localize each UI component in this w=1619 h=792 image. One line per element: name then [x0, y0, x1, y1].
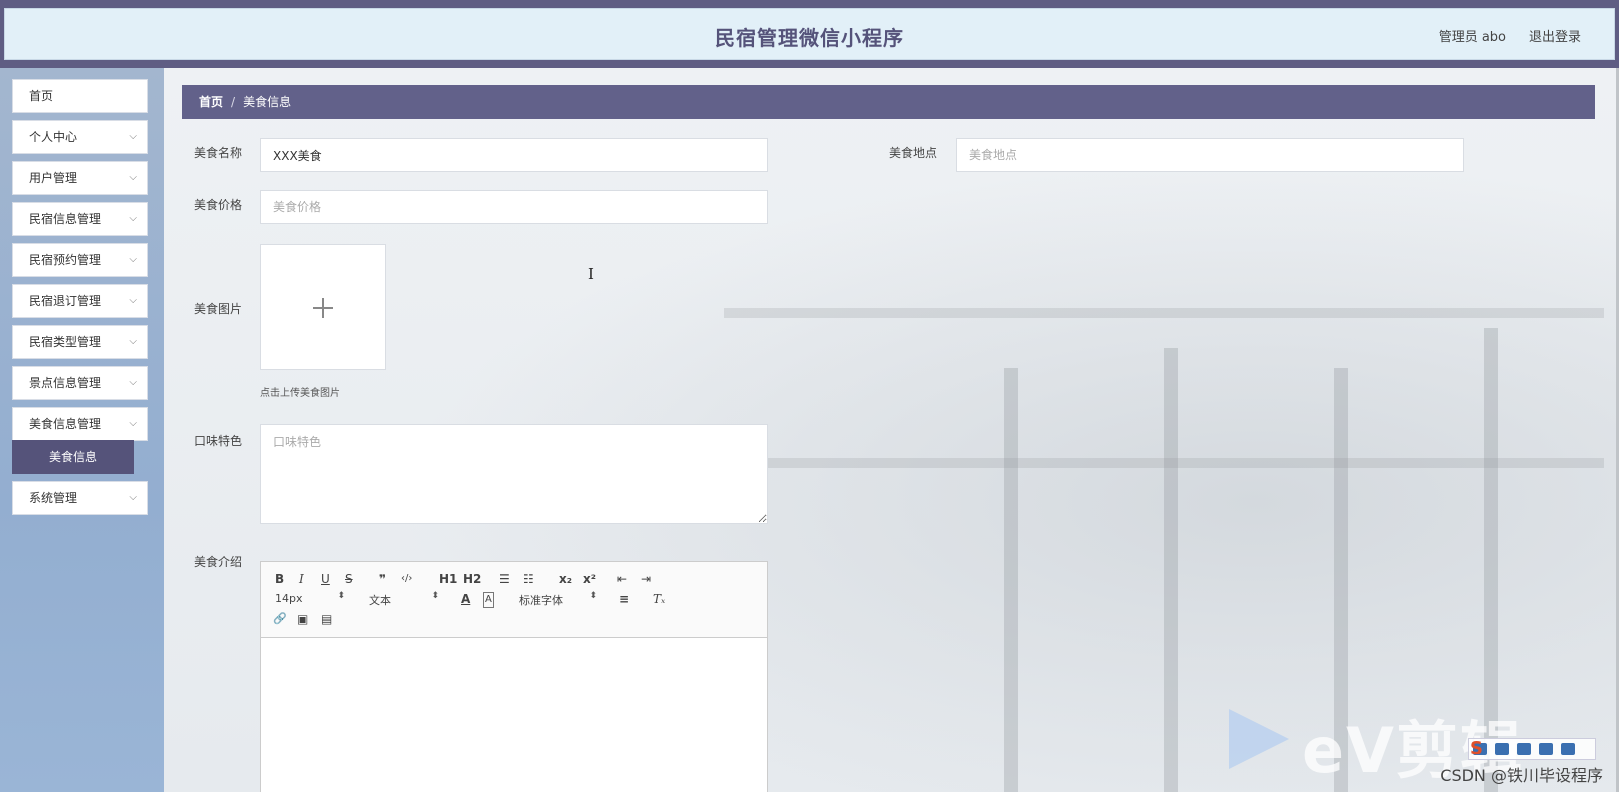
ime-icon — [1539, 743, 1553, 755]
food-location-input[interactable] — [956, 138, 1464, 172]
sidebar-item-user-management[interactable]: 用户管理 ⌵ — [12, 161, 148, 195]
upload-hint: 点击上传美食图片 — [260, 388, 340, 399]
code-icon[interactable]: ‹/› — [401, 572, 412, 586]
font-family-select[interactable]: 标准字体 ⬍ — [519, 591, 597, 608]
taste-label: 口味特色 — [193, 434, 242, 448]
clear-format-icon[interactable]: Tₓ — [653, 592, 665, 606]
sidebar-item-label: 系统管理 — [29, 491, 78, 505]
sidebar-item-label: 民宿预约管理 — [29, 253, 102, 267]
top-header: 民宿管理微信小程序 管理员 abo 退出登录 — [0, 0, 1619, 68]
food-price-input[interactable] — [260, 190, 768, 224]
chevron-down-icon: ⌵ — [129, 295, 137, 306]
chevron-down-icon: ⌵ — [129, 254, 137, 265]
select-arrow-icon: ⬍ — [431, 591, 439, 601]
font-family-value: 标准字体 — [519, 594, 563, 607]
breadcrumb-current: 美食信息 — [243, 95, 292, 109]
text-cursor-icon: I — [588, 265, 594, 283]
image-upload-button[interactable] — [260, 244, 386, 370]
chevron-down-icon: ⌵ — [129, 336, 137, 347]
chevron-down-icon: ⌵ — [129, 492, 137, 503]
chevron-down-icon: ⌵ — [129, 172, 137, 183]
breadcrumb-home[interactable]: 首页 — [199, 95, 223, 109]
rich-text-editor: B I U S ❞ ‹/› H1 H2 ☰ ☷ x₂ x² ⇤ ⇥ 14px ⬍ … — [260, 561, 768, 792]
font-size-select[interactable]: 14px ⬍ — [275, 591, 345, 605]
image-icon[interactable]: ▣ — [297, 612, 308, 626]
background-decoration — [724, 308, 1604, 318]
sidebar-item-homestay-cancel[interactable]: 民宿退订管理 ⌵ — [12, 284, 148, 318]
sidebar-item-label: 首页 — [29, 89, 54, 103]
ime-icon — [1495, 743, 1509, 755]
sidebar-item-label: 民宿退订管理 — [29, 294, 102, 308]
chevron-down-icon: ⌵ — [129, 213, 137, 224]
link-icon[interactable]: 🔗 — [273, 612, 287, 626]
select-arrow-icon: ⬍ — [337, 591, 345, 601]
ime-icon — [1517, 743, 1531, 755]
chevron-down-icon: ⌵ — [129, 418, 137, 429]
sidebar-item-homestay-info[interactable]: 民宿信息管理 ⌵ — [12, 202, 148, 236]
csdn-watermark: CSDN @铁川毕设程序 — [1440, 766, 1603, 785]
header-panel: 民宿管理微信小程序 管理员 abo 退出登录 — [4, 8, 1615, 60]
current-user: 管理员 abo — [1438, 30, 1506, 45]
background-decoration — [1164, 348, 1178, 792]
food-location-label: 美食地点 — [888, 146, 937, 160]
blockquote-icon[interactable]: ❞ — [379, 572, 386, 586]
food-name-label: 美食名称 — [193, 146, 242, 160]
sidebar-item-homestay-type[interactable]: 民宿类型管理 ⌵ — [12, 325, 148, 359]
bullet-list-icon[interactable]: ☷ — [523, 572, 534, 586]
sidebar-item-homestay-booking[interactable]: 民宿预约管理 ⌵ — [12, 243, 148, 277]
sidebar-item-label: 个人中心 — [29, 130, 78, 144]
sidebar-item-label: 民宿类型管理 — [29, 335, 102, 349]
sidebar-item-label: 美食信息管理 — [29, 417, 102, 431]
sidebar: 首页 个人中心 ⌵ 用户管理 ⌵ 民宿信息管理 ⌵ 民宿预约管理 ⌵ 民宿退订管理 ⌵ 民… — [0, 68, 164, 792]
indent-icon[interactable]: ⇥ — [641, 572, 651, 586]
food-name-input[interactable] — [260, 138, 768, 172]
font-size-value: 14px — [275, 592, 303, 605]
chevron-down-icon: ⌵ — [129, 131, 137, 142]
background-decoration — [1004, 368, 1018, 792]
sidebar-item-label: 用户管理 — [29, 171, 78, 185]
app-title: 民宿管理微信小程序 — [715, 26, 904, 50]
sidebar-item-food-management[interactable]: 美食信息管理 ⌵ — [12, 407, 148, 441]
header-select[interactable]: 文本 ⬍ — [369, 591, 439, 608]
bold-button[interactable]: B — [275, 572, 284, 586]
strike-button[interactable]: S — [345, 572, 353, 586]
align-icon[interactable]: ≡ — [619, 592, 629, 606]
select-arrow-icon: ⬍ — [589, 591, 597, 601]
background-decoration — [724, 458, 1604, 468]
h2-button[interactable]: H2 — [463, 572, 481, 586]
breadcrumb: 首页 / 美食信息 — [182, 85, 1595, 119]
sidebar-subitem-food-info[interactable]: 美食信息 — [12, 440, 134, 474]
breadcrumb-separator: / — [231, 95, 236, 109]
main-content: 首页 / 美食信息 美食名称 美食地点 美食价格 美食图片 点击上传美食图片 口味特… — [164, 68, 1619, 792]
sidebar-item-label: 民宿信息管理 — [29, 212, 102, 226]
plus-icon — [322, 298, 324, 318]
logout-link[interactable]: 退出登录 — [1529, 26, 1581, 45]
background-color-icon[interactable]: A — [483, 592, 494, 608]
text-color-icon[interactable]: A — [461, 592, 470, 606]
ime-s-logo: S — [1470, 738, 1483, 759]
underline-button[interactable]: U — [321, 572, 330, 586]
header-select-value: 文本 — [369, 594, 391, 607]
h1-button[interactable]: H1 — [439, 572, 457, 586]
subscript-button[interactable]: x₂ — [559, 572, 572, 586]
sidebar-item-label: 景点信息管理 — [29, 376, 102, 390]
ordered-list-icon[interactable]: ☰ — [499, 572, 510, 586]
sidebar-item-attraction-info[interactable]: 景点信息管理 ⌵ — [12, 366, 148, 400]
italic-button[interactable]: I — [299, 572, 304, 586]
sidebar-item-system-management[interactable]: 系统管理 ⌵ — [12, 481, 148, 515]
ime-icon — [1561, 743, 1575, 755]
chevron-down-icon: ⌵ — [129, 377, 137, 388]
food-price-label: 美食价格 — [193, 198, 242, 212]
outdent-icon[interactable]: ⇤ — [617, 572, 627, 586]
taste-textarea[interactable] — [260, 424, 768, 524]
video-icon[interactable]: ▤ — [321, 612, 332, 626]
editor-toolbar: B I U S ❞ ‹/› H1 H2 ☰ ☷ x₂ x² ⇤ ⇥ 14px ⬍ … — [261, 562, 767, 638]
ime-toolbar — [1468, 738, 1596, 760]
ev-play-logo-icon — [1229, 709, 1289, 769]
sidebar-item-home[interactable]: 首页 — [12, 79, 148, 113]
intro-label: 美食介绍 — [193, 555, 242, 569]
superscript-button[interactable]: x² — [583, 572, 596, 586]
food-image-label: 美食图片 — [193, 302, 242, 316]
sidebar-item-personal-center[interactable]: 个人中心 ⌵ — [12, 120, 148, 154]
